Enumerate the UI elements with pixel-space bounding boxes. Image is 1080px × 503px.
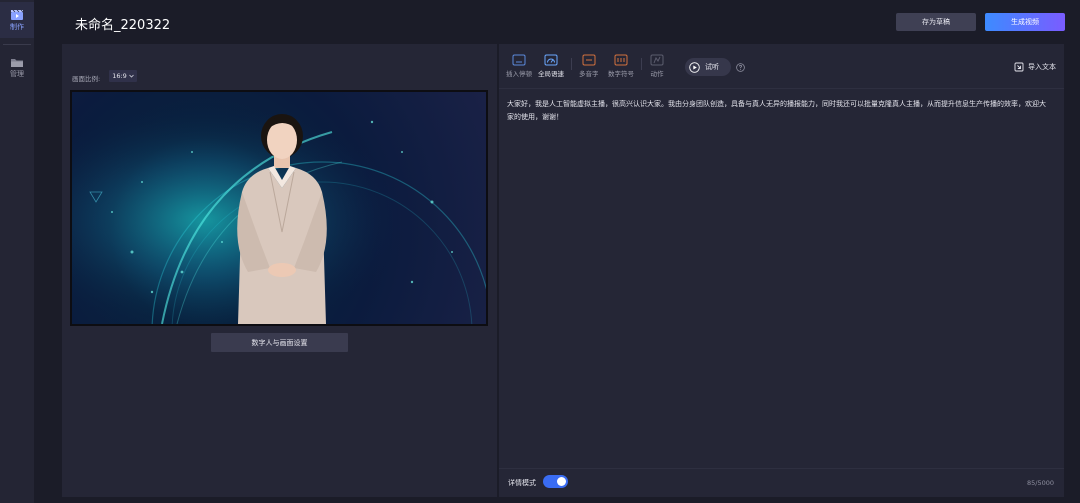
toggle-knob: [557, 477, 566, 486]
project-title[interactable]: 未命名_220322: [75, 14, 170, 33]
toolbar-label: 插入停顿: [506, 70, 532, 78]
toolbar-divider: [571, 58, 572, 70]
import-text-label: 导入文本: [1028, 63, 1056, 71]
toolbar-label: 数字符号: [608, 70, 634, 78]
save-draft-button[interactable]: 存为草稿: [896, 13, 976, 31]
gesture-button[interactable]: 动作: [650, 54, 664, 78]
digit-symbol-button[interactable]: 数字符号: [608, 54, 634, 78]
preview-panel: 画面比例: 16:9 数字人与画面设置: [62, 44, 497, 497]
toolbar-divider: [641, 58, 642, 70]
divider: [499, 88, 1064, 89]
side-rail: 制作 管理: [0, 0, 34, 503]
listen-button[interactable]: 试听: [685, 58, 731, 76]
script-editor-panel: 插入停顿 全局语速 多音字 数字符号 动作 试听 导入文本 大家好，我是人工智能…: [499, 44, 1064, 497]
digit-symbol-icon: [614, 54, 628, 66]
detail-mode-label: 详情模式: [508, 479, 536, 487]
play-icon: [689, 61, 700, 73]
virtual-presenter-image: [72, 92, 486, 324]
divider: [3, 44, 31, 45]
import-text-button[interactable]: 导入文本: [1014, 62, 1056, 72]
toolbar-label: 全局语速: [538, 70, 564, 78]
divider: [499, 468, 1064, 469]
aspect-ratio-select[interactable]: 16:9: [109, 70, 137, 82]
aspect-ratio-label: 画面比例:: [72, 75, 101, 83]
sidebar-item-label: 管理: [10, 70, 24, 78]
global-speed-button[interactable]: 全局语速: [538, 54, 564, 78]
listen-label: 试听: [705, 63, 719, 71]
polyphone-button[interactable]: 多音字: [579, 54, 599, 78]
sidebar-item-create[interactable]: 制作: [0, 2, 34, 38]
aspect-ratio-value: 16:9: [112, 72, 127, 80]
character-count: 85/5000: [1026, 479, 1054, 487]
gesture-icon: [650, 54, 664, 66]
polyphone-icon: [582, 54, 596, 66]
detail-mode-toggle[interactable]: [543, 475, 568, 488]
chevron-down-icon: [129, 74, 134, 78]
folder-icon: [11, 59, 23, 67]
toolbar-label: 动作: [650, 70, 664, 78]
sidebar-item-label: 制作: [10, 22, 24, 31]
sidebar-item-manage[interactable]: 管理: [0, 50, 34, 86]
video-preview[interactable]: [70, 90, 488, 326]
script-text-area[interactable]: 大家好，我是人工智能虚拟主播，很高兴认识大家。我由分身团队创造，具备与真人无异的…: [507, 98, 1052, 124]
toolbar-label: 多音字: [579, 70, 599, 78]
import-icon: [1014, 62, 1024, 72]
avatar-scene-settings-button[interactable]: 数字人与画面设置: [211, 333, 348, 352]
insert-pause-button[interactable]: 插入停顿: [506, 54, 532, 78]
pause-insert-icon: [512, 54, 526, 66]
video-clapper-icon: [11, 9, 24, 20]
generate-video-button[interactable]: 生成视频: [985, 13, 1065, 31]
help-icon[interactable]: [736, 63, 745, 72]
speed-gauge-icon: [544, 54, 558, 66]
